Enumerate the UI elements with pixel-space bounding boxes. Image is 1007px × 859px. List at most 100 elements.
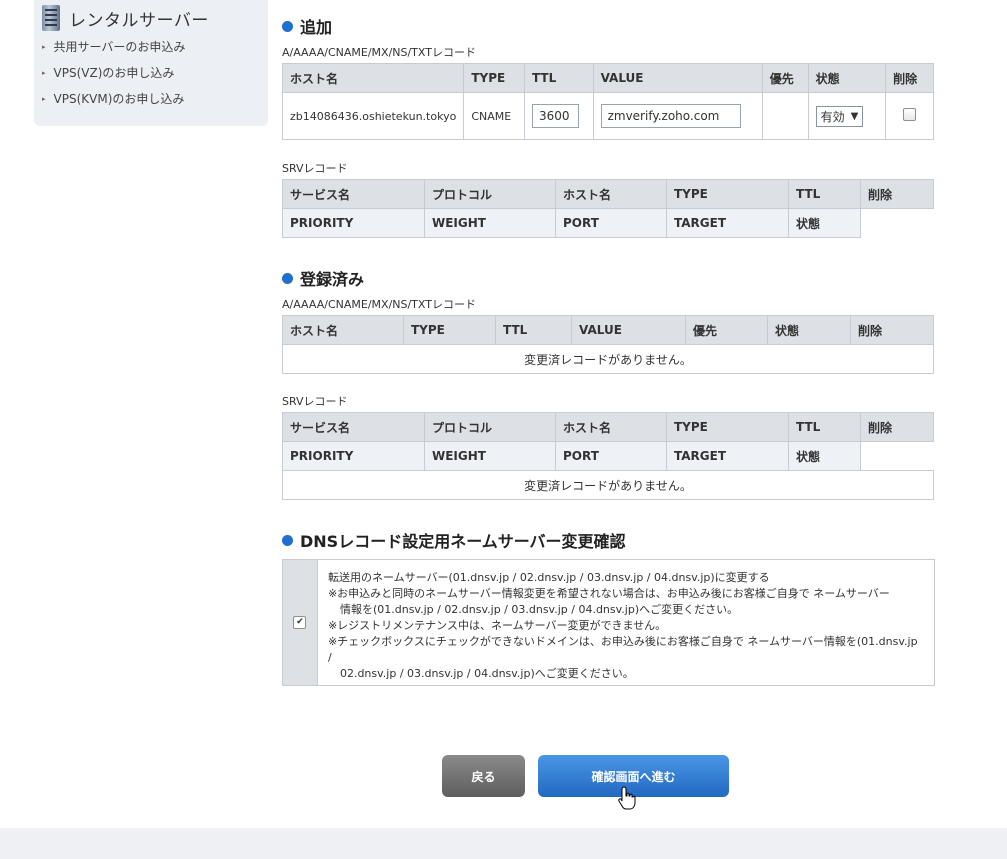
sidebar-item-label[interactable]: VPS(VZ)のお申し込み bbox=[54, 64, 175, 82]
sidebar-header: レンタルサーバー bbox=[39, 4, 209, 32]
bullet-dot-icon bbox=[282, 272, 293, 284]
ns-line: 02.dnsv.jp / 03.dnsv.jp / 04.dnsv.jp)へご変… bbox=[339, 667, 634, 680]
col-status: 状態 bbox=[788, 208, 861, 238]
delete-cell bbox=[885, 92, 934, 140]
table-header-row: ホスト名 TYPE TTL VALUE 優先 状態 削除 bbox=[281, 63, 934, 93]
type-cell: CNAME bbox=[463, 92, 525, 140]
col-ttl: TTL bbox=[495, 315, 572, 345]
ns-line: ※レジストリメンテナンス中は、ネームサーバー変更ができません。 bbox=[327, 619, 667, 632]
col-priority: 優先 bbox=[685, 315, 768, 345]
col-value: VALUE bbox=[571, 315, 686, 345]
bullet-icon: ▸ bbox=[42, 69, 46, 77]
dropdown-arrow-icon: ▼ bbox=[850, 110, 859, 122]
hand-cursor-icon bbox=[618, 786, 636, 810]
empty-cell bbox=[860, 208, 934, 238]
footer bbox=[0, 828, 1007, 859]
bullet-icon: ▸ bbox=[42, 43, 46, 51]
empty-message: 変更済レコードがありません。 bbox=[282, 344, 934, 374]
empty-message: 変更済レコードがありません。 bbox=[282, 470, 934, 500]
ns-line: ※お申込みと同時のネームサーバー情報変更を希望されない場合は、お申込み後にお客様… bbox=[327, 587, 890, 600]
bullet-dot-icon bbox=[282, 534, 293, 546]
ns-confirm-text: 転送用のネームサーバー(01.dnsv.jp / 02.dnsv.jp / 03… bbox=[318, 560, 934, 685]
col-port: PORT bbox=[555, 208, 667, 238]
table-header-row: サービス名 プロトコル ホスト名 TYPE TTL 削除 bbox=[282, 179, 934, 209]
col-host: ホスト名 bbox=[555, 179, 667, 209]
ns-line: ※チェックボックスにチェックができないドメインは、お申込み後にお客様ご自身で ネ… bbox=[327, 635, 918, 664]
sidebar-item-label[interactable]: VPS(KVM)のお申し込み bbox=[54, 90, 185, 108]
col-status: 状態 bbox=[767, 315, 851, 345]
sidebar-item-vps-kvm[interactable]: ▸ VPS(KVM)のお申し込み bbox=[42, 90, 185, 116]
back-button[interactable]: 戻る bbox=[442, 755, 525, 797]
col-ttl: TTL bbox=[788, 412, 861, 442]
table-row: 変更済レコードがありません。 bbox=[282, 344, 934, 374]
sidebar-list: ▸ 共用サーバーのお申込み ▸ VPS(VZ)のお申し込み ▸ VPS(KVM)のお申… bbox=[42, 38, 185, 116]
sidebar: レンタルサーバー ▸ 共用サーバーのお申込み ▸ VPS(VZ)のお申し込み ▸ VP… bbox=[34, 0, 268, 126]
section-title-text: DNSレコード設定用ネームサーバー変更確認 bbox=[300, 532, 626, 551]
table-subheader-row: PRIORITY WEIGHT PORT TARGET 状態 bbox=[282, 208, 934, 238]
table-header-row: ホスト名 TYPE TTL VALUE 優先 状態 削除 bbox=[282, 315, 934, 345]
table-subheader-row: PRIORITY WEIGHT PORT TARGET 状態 bbox=[282, 441, 934, 471]
col-type: TYPE bbox=[463, 63, 525, 93]
add-section-title: 追加 bbox=[282, 14, 332, 38]
sidebar-title: レンタルサーバー bbox=[69, 10, 209, 31]
bullet-icon: ▸ bbox=[42, 95, 46, 103]
col-priority: PRIORITY bbox=[282, 441, 425, 471]
col-ttl: TTL bbox=[523, 63, 594, 93]
section-title-text: 登録済み bbox=[300, 270, 365, 289]
col-service: サービス名 bbox=[282, 179, 425, 209]
ns-checkbox-cell: ✔ bbox=[283, 560, 318, 685]
section-title-text: 追加 bbox=[300, 18, 333, 37]
ns-section-title: DNSレコード設定用ネームサーバー変更確認 bbox=[282, 528, 626, 552]
col-type: TYPE bbox=[403, 315, 496, 345]
col-type: TYPE bbox=[666, 412, 789, 442]
add-a-record-table: ホスト名 TYPE TTL VALUE 優先 状態 削除 zb14086436.… bbox=[281, 63, 934, 140]
col-service: サービス名 bbox=[282, 412, 425, 442]
ttl-input[interactable]: 3600 bbox=[531, 104, 579, 128]
server-icon bbox=[39, 5, 63, 31]
col-protocol: プロトコル bbox=[424, 179, 556, 209]
ttl-cell: 3600 bbox=[523, 92, 594, 140]
registered-a-caption: A/AAAA/CNAME/MX/NS/TXTレコード bbox=[282, 298, 476, 311]
registered-section-title: 登録済み bbox=[282, 266, 364, 290]
col-port: PORT bbox=[555, 441, 667, 471]
registered-a-record-table: ホスト名 TYPE TTL VALUE 優先 状態 削除 変更済レコードがありま… bbox=[282, 315, 934, 374]
table-row: zb14086436.oshietekun.tokyo CNAME 3600 z… bbox=[281, 92, 934, 140]
col-type: TYPE bbox=[666, 179, 789, 209]
status-select-value: 有効 bbox=[820, 109, 845, 124]
host-cell: zb14086436.oshietekun.tokyo bbox=[281, 92, 465, 140]
status-select[interactable]: 有効 ▼ bbox=[815, 105, 864, 127]
add-srv-table: サービス名 プロトコル ホスト名 TYPE TTL 削除 PRIORITY WE… bbox=[282, 179, 934, 238]
col-priority: PRIORITY bbox=[282, 208, 425, 238]
registered-srv-table: サービス名 プロトコル ホスト名 TYPE TTL 削除 PRIORITY WE… bbox=[282, 412, 934, 500]
col-status: 状態 bbox=[788, 441, 861, 471]
add-a-caption: A/AAAA/CNAME/MX/NS/TXTレコード bbox=[282, 46, 476, 59]
ns-change-checkbox[interactable]: ✔ bbox=[293, 616, 307, 629]
sidebar-item-shared-server[interactable]: ▸ 共用サーバーのお申込み bbox=[42, 38, 185, 64]
col-target: TARGET bbox=[666, 441, 789, 471]
col-ttl: TTL bbox=[788, 179, 861, 209]
registered-srv-caption: SRVレコード bbox=[282, 395, 348, 408]
empty-cell bbox=[860, 441, 934, 471]
col-protocol: プロトコル bbox=[424, 412, 556, 442]
sidebar-item-label[interactable]: 共用サーバーのお申込み bbox=[54, 38, 186, 56]
table-header-row: サービス名 プロトコル ホスト名 TYPE TTL 削除 bbox=[282, 412, 934, 442]
ns-confirm-box: ✔ 転送用のネームサーバー(01.dnsv.jp / 02.dnsv.jp / … bbox=[282, 559, 935, 686]
col-delete: 削除 bbox=[860, 412, 934, 442]
col-host: ホスト名 bbox=[555, 412, 667, 442]
status-cell: 有効 ▼ bbox=[807, 92, 887, 140]
col-target: TARGET bbox=[666, 208, 789, 238]
col-value: VALUE bbox=[592, 63, 763, 93]
bullet-dot-icon bbox=[282, 20, 293, 32]
col-delete: 削除 bbox=[860, 179, 934, 209]
table-row: 変更済レコードがありません。 bbox=[282, 470, 934, 500]
col-host: ホスト名 bbox=[282, 315, 404, 345]
col-host: ホスト名 bbox=[281, 63, 465, 93]
col-delete: 削除 bbox=[850, 315, 934, 345]
col-weight: WEIGHT bbox=[424, 208, 556, 238]
add-srv-caption: SRVレコード bbox=[282, 162, 348, 175]
sidebar-item-vps-vz[interactable]: ▸ VPS(VZ)のお申し込み bbox=[42, 64, 185, 90]
ns-line: 情報を(01.dnsv.jp / 02.dnsv.jp / 03.dnsv.jp… bbox=[339, 603, 739, 616]
col-priority: 優先 bbox=[761, 63, 809, 93]
value-input[interactable]: zmverify.zoho.com bbox=[600, 104, 741, 128]
delete-checkbox[interactable] bbox=[903, 108, 917, 121]
